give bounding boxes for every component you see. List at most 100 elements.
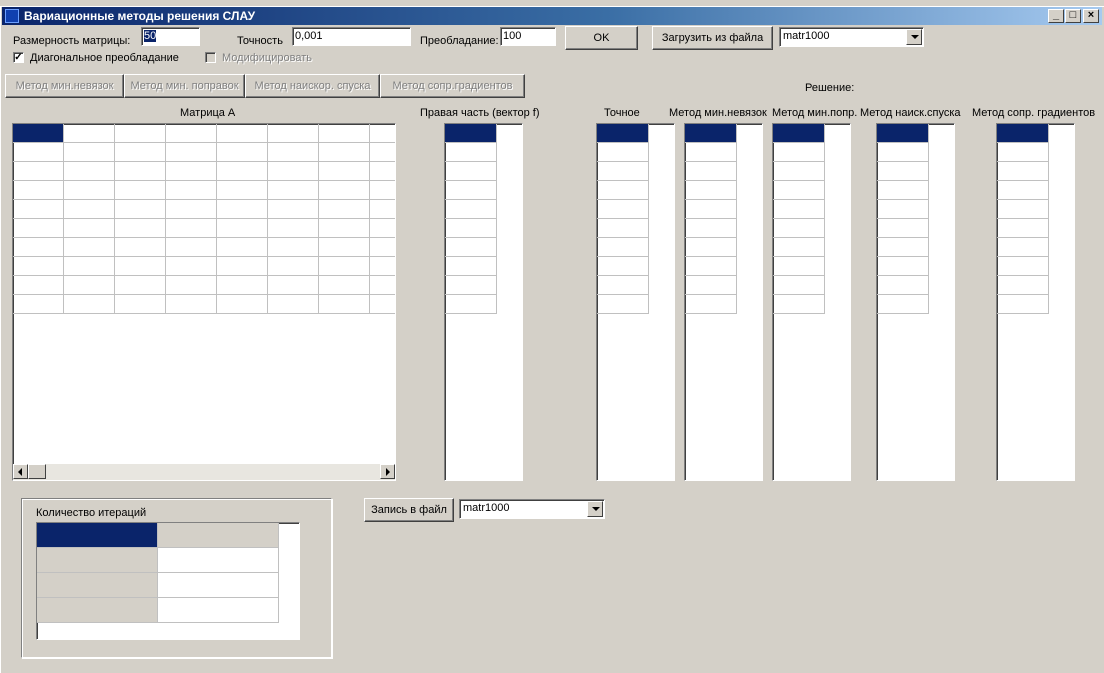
grid-cell[interactable] (158, 523, 279, 548)
grid-cell[interactable] (997, 162, 1049, 181)
conjugate-gradient-button[interactable]: Метод сопр.градиентов (380, 74, 525, 98)
grid-cell[interactable] (370, 238, 395, 257)
steepest-grid[interactable] (876, 123, 955, 481)
grid-cell[interactable] (877, 276, 929, 295)
grid-cell[interactable] (685, 257, 737, 276)
min-residual-grid[interactable] (684, 123, 763, 481)
grid-cell[interactable] (773, 257, 825, 276)
grid-cell[interactable] (166, 181, 217, 200)
grid-cell[interactable] (597, 219, 649, 238)
grid-cell[interactable] (685, 295, 737, 314)
matrix-grid[interactable] (12, 123, 396, 481)
precision-input[interactable]: 0,001 (292, 27, 411, 46)
grid-cell[interactable] (445, 219, 497, 238)
grid-cell-selected[interactable] (445, 124, 497, 143)
grid-cell[interactable] (597, 276, 649, 295)
grid-cell[interactable] (445, 238, 497, 257)
steepest-descent-button[interactable]: Метод наискор. спуска (245, 74, 380, 98)
grid-cell[interactable] (13, 295, 64, 314)
grid-cell[interactable] (877, 200, 929, 219)
grid-cell[interactable] (319, 124, 370, 143)
grid-cell[interactable] (64, 143, 115, 162)
grid-cell[interactable] (217, 238, 268, 257)
grid-cell[interactable] (773, 276, 825, 295)
grid-cell[interactable] (13, 276, 64, 295)
grid-cell[interactable] (773, 143, 825, 162)
grid-cell[interactable] (268, 276, 319, 295)
grid-cell[interactable] (597, 200, 649, 219)
grid-cell[interactable] (445, 162, 497, 181)
grid-cell[interactable] (115, 200, 166, 219)
grid-cell-selected[interactable] (877, 124, 929, 143)
grid-cell[interactable] (166, 238, 217, 257)
grid-cell[interactable] (13, 257, 64, 276)
grid-cell[interactable] (597, 181, 649, 200)
grid-cell[interactable] (597, 238, 649, 257)
grid-cell[interactable] (685, 219, 737, 238)
grid-cell[interactable] (877, 219, 929, 238)
grid-cell[interactable] (597, 295, 649, 314)
grid-cell[interactable] (166, 200, 217, 219)
grid-cell-selected[interactable] (685, 124, 737, 143)
grid-cell[interactable] (166, 124, 217, 143)
grid-cell[interactable] (685, 276, 737, 295)
grid-cell[interactable] (685, 238, 737, 257)
grid-cell[interactable] (370, 219, 395, 238)
grid-cell[interactable] (370, 257, 395, 276)
grid-cell[interactable] (115, 181, 166, 200)
grid-cell[interactable] (773, 295, 825, 314)
grid-cell[interactable] (268, 162, 319, 181)
scroll-thumb[interactable] (28, 464, 46, 479)
chevron-down-icon[interactable] (587, 501, 603, 517)
grid-cell[interactable] (115, 143, 166, 162)
grid-cell[interactable] (685, 143, 737, 162)
grid-cell[interactable] (166, 219, 217, 238)
grid-cell-selected[interactable] (13, 124, 64, 143)
grid-cell[interactable] (370, 143, 395, 162)
grid-cell[interactable] (158, 548, 279, 573)
title-bar[interactable]: Вариационные методы решения СЛАУ _ □ × (2, 7, 1102, 25)
grid-cell[interactable] (268, 238, 319, 257)
save-file-select[interactable]: matr1000 (459, 499, 605, 519)
grid-cell[interactable] (268, 124, 319, 143)
grid-cell[interactable] (877, 295, 929, 314)
grid-cell[interactable] (445, 200, 497, 219)
grid-cell[interactable] (115, 257, 166, 276)
grid-cell[interactable] (115, 276, 166, 295)
grid-cell[interactable] (115, 238, 166, 257)
grid-cell-selected[interactable] (597, 124, 649, 143)
grid-cell[interactable] (268, 219, 319, 238)
grid-cell-selected[interactable] (997, 124, 1049, 143)
grid-cell[interactable] (319, 143, 370, 162)
min-correction-button[interactable]: Метод мин. поправок (124, 74, 245, 98)
grid-cell-selected[interactable] (37, 523, 158, 548)
grid-cell[interactable] (13, 200, 64, 219)
grid-cell[interactable] (64, 295, 115, 314)
grid-cell[interactable] (319, 276, 370, 295)
grid-cell-selected[interactable] (773, 124, 825, 143)
grid-cell[interactable] (370, 295, 395, 314)
grid-cell[interactable] (445, 143, 497, 162)
grid-cell[interactable] (64, 257, 115, 276)
load-file-select[interactable]: matr1000 (779, 27, 924, 47)
grid-cell[interactable] (268, 181, 319, 200)
grid-cell[interactable] (37, 548, 158, 573)
grid-cell[interactable] (773, 200, 825, 219)
grid-cell[interactable] (166, 276, 217, 295)
grid-cell[interactable] (997, 295, 1049, 314)
ok-button[interactable]: OK (565, 26, 638, 50)
grid-cell[interactable] (370, 181, 395, 200)
grid-cell[interactable] (166, 257, 217, 276)
grid-cell[interactable] (217, 257, 268, 276)
grid-cell[interactable] (217, 276, 268, 295)
conj-grad-grid[interactable] (996, 123, 1075, 481)
grid-cell[interactable] (445, 295, 497, 314)
iterations-grid[interactable] (36, 522, 300, 640)
grid-cell[interactable] (166, 295, 217, 314)
grid-cell[interactable] (877, 238, 929, 257)
grid-cell[interactable] (319, 181, 370, 200)
grid-cell[interactable] (13, 181, 64, 200)
grid-cell[interactable] (13, 162, 64, 181)
load-from-file-button[interactable]: Загрузить из файла (652, 26, 773, 50)
grid-cell[interactable] (319, 257, 370, 276)
